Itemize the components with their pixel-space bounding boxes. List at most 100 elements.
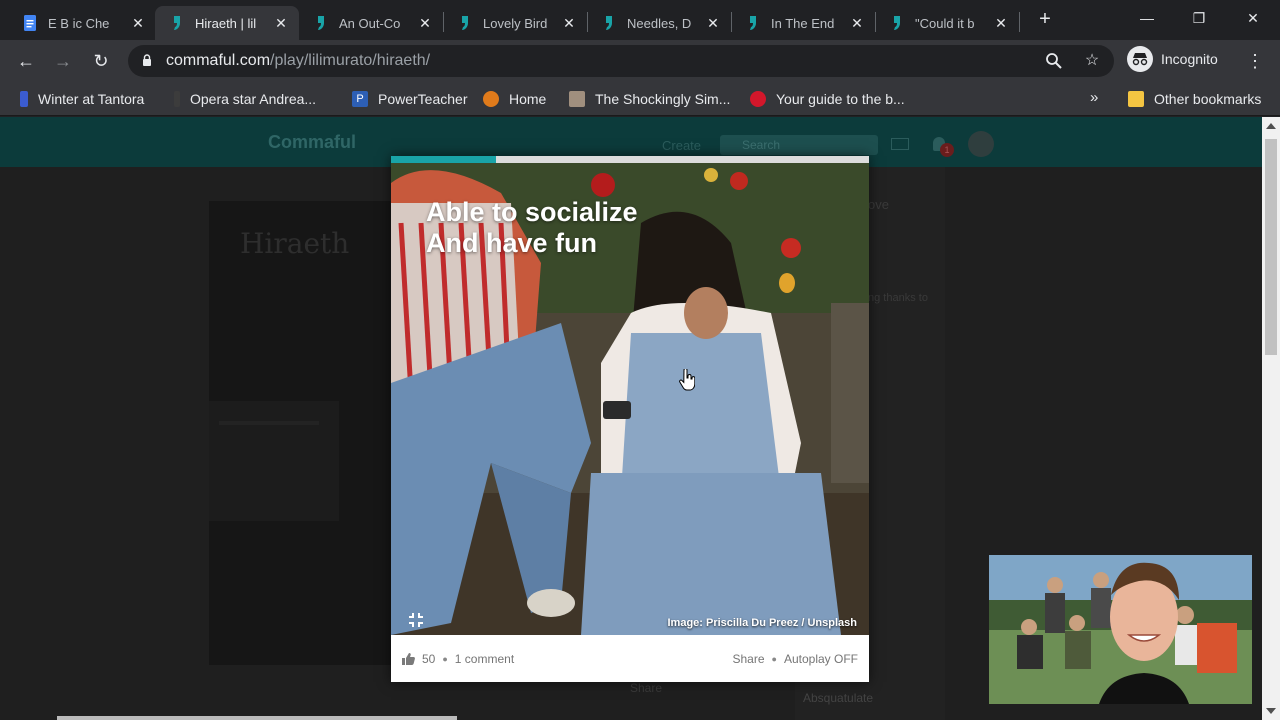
reload-button[interactable]: ↻ (89, 49, 113, 73)
close-icon[interactable]: ✕ (130, 15, 146, 31)
mail-icon[interactable] (891, 138, 909, 150)
scrollbar-thumb[interactable] (1265, 139, 1277, 355)
powerteacher-icon: P (352, 91, 368, 107)
tab-2[interactable]: An Out-Co ✕ (299, 6, 443, 40)
star-icon[interactable]: ☆ (1083, 52, 1101, 70)
hand-cursor-icon (679, 369, 695, 391)
close-window-button[interactable]: ✕ (1238, 6, 1268, 30)
background-text: ove (868, 197, 889, 212)
tab-title: In The End (771, 15, 835, 31)
tab-1[interactable]: Hiraeth | lil ✕ (155, 6, 299, 40)
close-icon[interactable]: ✕ (561, 15, 577, 31)
exit-fullscreen-icon[interactable] (407, 611, 425, 629)
comments-link[interactable]: 1 comment (455, 652, 514, 666)
tab-6[interactable]: "Could it b ✕ (875, 6, 1019, 40)
webcam-overlay (989, 555, 1252, 704)
bookmark-item[interactable]: Winter at Tantora (20, 89, 144, 109)
background-story-image (209, 201, 409, 665)
separator-dot: ● (771, 653, 777, 664)
back-button[interactable]: ← (14, 49, 38, 73)
site-search-input[interactable]: Search (720, 135, 878, 155)
bookmark-icon (569, 91, 585, 107)
bookmark-label: Your guide to the b... (776, 91, 905, 107)
commaful-icon (894, 16, 900, 30)
site-logo[interactable]: Commaful (268, 132, 356, 153)
bookmark-label: Winter at Tantora (38, 91, 145, 107)
address-bar[interactable]: commaful.com/play/lilimurato/hiraeth/ ☆ (128, 45, 1114, 77)
background-share: Share (630, 681, 663, 695)
other-bookmarks-label: Other bookmarks (1154, 91, 1262, 107)
incognito-icon (1127, 46, 1153, 72)
bookmarks-overflow-button[interactable]: » (1090, 89, 1098, 106)
home-icon (483, 91, 499, 107)
story-footer: 50 ● 1 comment Share ● Autoplay OFF (391, 635, 869, 682)
other-bookmarks[interactable]: Other bookmarks (1128, 89, 1261, 109)
story-image[interactable]: Able to socialize And have fun Image: Pr… (391, 163, 869, 635)
scroll-down-icon[interactable] (1266, 708, 1276, 714)
bookmark-item[interactable]: The Shockingly Sim... (569, 89, 730, 109)
avatar[interactable] (968, 131, 994, 157)
tab-4[interactable]: Needles, D ✕ (587, 6, 731, 40)
tab-title: Needles, D (627, 15, 692, 31)
story-modal: Able to socialize And have fun Image: Pr… (391, 156, 869, 682)
incognito-indicator[interactable]: Incognito (1127, 46, 1218, 72)
minimize-button[interactable]: — (1132, 6, 1162, 30)
share-button[interactable]: Share (733, 652, 765, 666)
close-icon[interactable]: ✕ (417, 15, 433, 31)
autoplay-toggle[interactable]: Autoplay OFF (784, 652, 858, 666)
story-progress-fill (391, 156, 497, 163)
tab-title: An Out-Co (339, 15, 401, 31)
bookmark-label: The Shockingly Sim... (595, 91, 731, 107)
background-text: ng thanks to (868, 292, 928, 304)
bookmark-item[interactable]: Your guide to the b... (750, 89, 905, 109)
commaful-icon (462, 16, 468, 30)
bookmark-label: PowerTeacher (378, 91, 468, 107)
tab-title: Hiraeth | lil (195, 15, 257, 31)
thumbs-up-icon (402, 652, 415, 665)
tab-separator (1019, 12, 1020, 32)
page-scrollbar[interactable] (1262, 117, 1280, 720)
new-tab-button[interactable]: + (1034, 8, 1056, 30)
notification-badge: 1 (940, 143, 954, 157)
close-icon[interactable]: ✕ (993, 15, 1009, 31)
background-text: Absquatulate (803, 691, 874, 705)
tab-3[interactable]: Lovely Bird ✕ (443, 6, 587, 40)
horizontal-scrollbar[interactable] (57, 716, 457, 720)
bookmark-icon (20, 91, 28, 107)
webcam-video (989, 555, 1252, 704)
background-story-title: Hiraeth (240, 227, 350, 260)
bookmark-item[interactable]: Opera star Andrea... (174, 89, 316, 109)
folder-icon (1128, 91, 1144, 107)
url-text: commaful.com/play/lilimurato/hiraeth/ (166, 52, 430, 70)
tab-5[interactable]: In The End ✕ (731, 6, 875, 40)
close-icon[interactable]: ✕ (273, 15, 289, 31)
like-count: 50 (422, 651, 436, 666)
tab-title: "Could it b (915, 15, 975, 31)
url-host: commaful.com (166, 52, 271, 69)
forward-button[interactable]: → (51, 49, 75, 73)
commaful-icon (174, 16, 180, 30)
close-icon[interactable]: ✕ (849, 15, 865, 31)
restore-button[interactable]: ❐ (1184, 6, 1214, 30)
caption-line: And have fun (426, 228, 598, 258)
tab-0[interactable]: E B ic Che ✕ (8, 6, 156, 40)
story-caption: Able to socialize And have fun (426, 197, 638, 259)
scroll-up-icon[interactable] (1266, 123, 1276, 129)
bookmark-icon (750, 91, 766, 107)
browser-toolbar: ← → ↻ commaful.com/play/lilimurato/hirae… (0, 40, 1280, 82)
bookmark-item[interactable]: Home (483, 89, 546, 109)
more-menu-icon[interactable]: ⋮ (1246, 49, 1264, 73)
bookmark-item[interactable]: P PowerTeacher (352, 89, 468, 109)
tab-strip: E B ic Che ✕ Hiraeth | lil ✕ An Out-Co ✕… (0, 0, 1280, 40)
tab-title: Lovely Bird (483, 15, 548, 31)
separator-dot: ● (442, 653, 448, 664)
close-icon[interactable]: ✕ (705, 15, 721, 31)
commaful-icon (750, 16, 756, 30)
story-progress-bar (391, 156, 869, 163)
like-button[interactable]: 50 (402, 652, 435, 666)
zoom-icon[interactable] (1045, 52, 1063, 70)
caption-line: Able to socialize (426, 197, 638, 227)
background-story-card (209, 201, 409, 665)
bookmark-label: Opera star Andrea... (190, 91, 317, 107)
create-link[interactable]: Create (662, 138, 701, 153)
